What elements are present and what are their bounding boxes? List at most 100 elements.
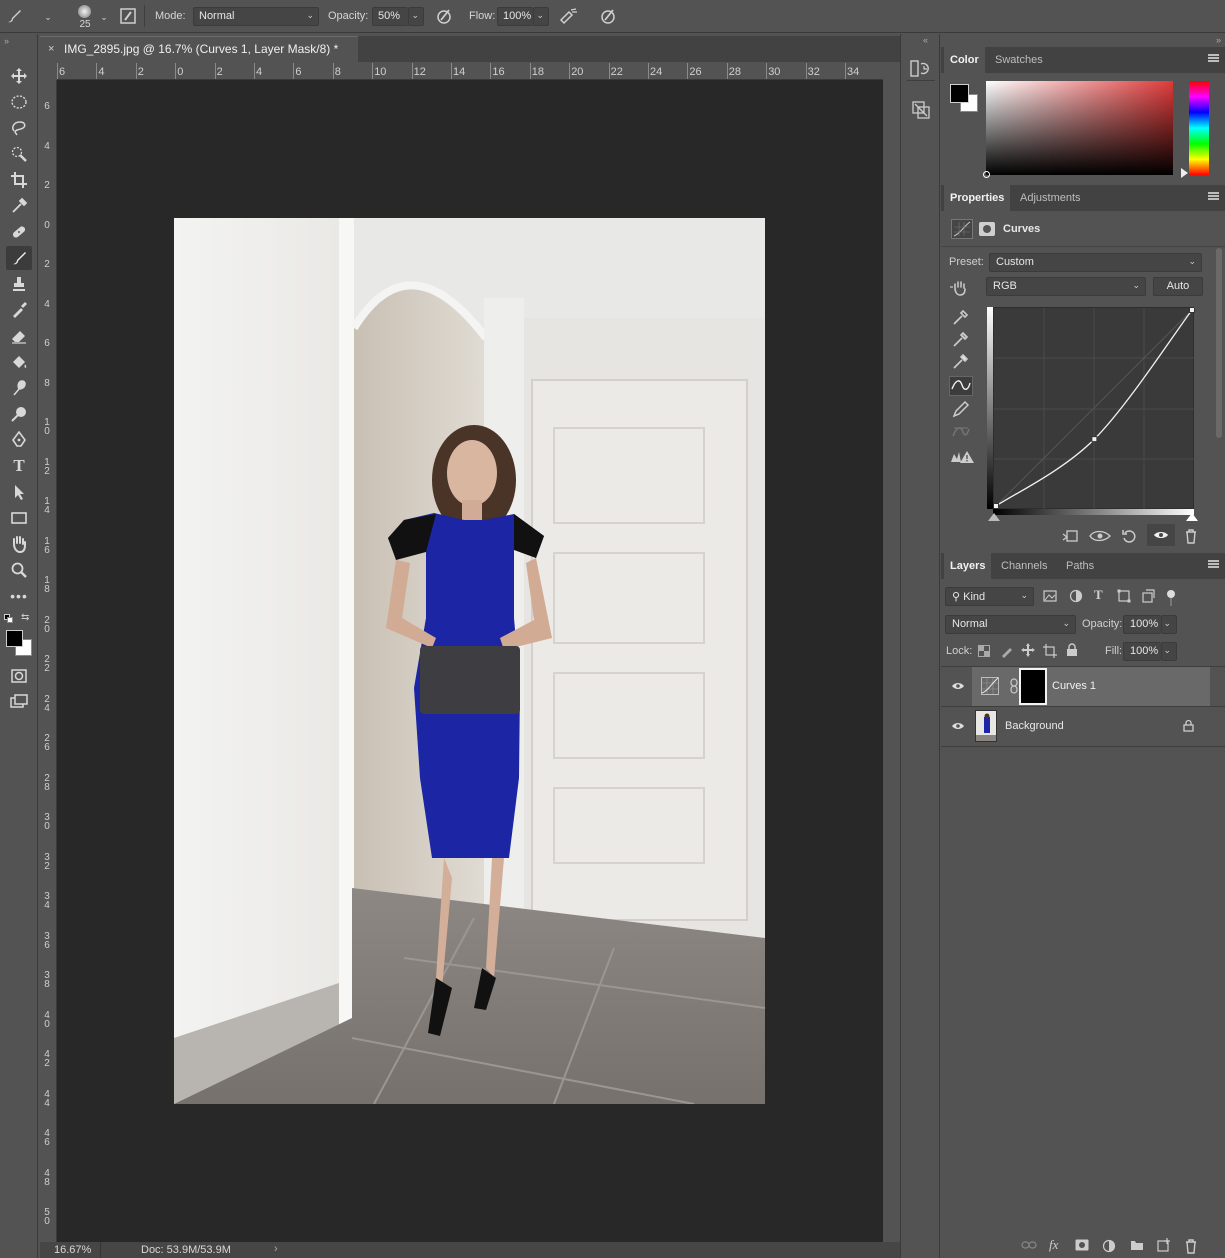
- panel-menu-icon[interactable]: [1208, 54, 1219, 62]
- brush-settings-panel-icon[interactable]: [909, 98, 933, 122]
- quick-selection-icon[interactable]: [6, 142, 32, 166]
- lock-artboard-icon[interactable]: [1043, 644, 1057, 661]
- hue-slider-handle[interactable]: [1181, 168, 1188, 178]
- zoom-tool-icon[interactable]: [6, 558, 32, 582]
- filter-smart-object-icon[interactable]: [1141, 589, 1155, 606]
- new-layer-icon[interactable]: [1157, 1238, 1171, 1255]
- blend-mode-select[interactable]: Normal ⌄: [945, 615, 1076, 634]
- panel-menu-icon[interactable]: [1208, 192, 1219, 200]
- zoom-level[interactable]: 16.67%: [54, 1244, 91, 1256]
- toggle-visibility-button[interactable]: [1147, 524, 1175, 546]
- color-field[interactable]: [983, 81, 1173, 178]
- layer-opacity-dropdown[interactable]: ⌄: [1161, 615, 1177, 634]
- collapse-icon[interactable]: »: [1216, 35, 1221, 45]
- brush-tool-icon[interactable]: [4, 7, 24, 27]
- history-panel-icon[interactable]: [909, 58, 933, 80]
- screen-mode-icon[interactable]: [6, 690, 32, 714]
- healing-brush-icon[interactable]: [6, 220, 32, 244]
- lock-transparent-pixels-icon[interactable]: [978, 645, 990, 660]
- layer-thumbnail[interactable]: [975, 710, 997, 742]
- auto-button[interactable]: Auto: [1153, 277, 1203, 296]
- brush-settings-icon[interactable]: [118, 7, 138, 27]
- close-icon[interactable]: ×: [48, 37, 54, 62]
- channel-select[interactable]: RGB ⌄: [986, 277, 1146, 296]
- delete-layer-icon[interactable]: [1184, 1238, 1198, 1257]
- tab-adjustments[interactable]: Adjustments: [1014, 185, 1087, 211]
- elliptical-marquee-icon[interactable]: [6, 90, 32, 114]
- brush-tool-icon[interactable]: [6, 246, 32, 270]
- layer-mask-icon[interactable]: [977, 219, 997, 239]
- new-adjustment-layer-icon[interactable]: [1102, 1239, 1116, 1256]
- white-point-eyedropper-icon[interactable]: [951, 352, 971, 370]
- hue-slider[interactable]: [1189, 81, 1209, 175]
- view-previous-state-icon[interactable]: [1089, 528, 1111, 547]
- more-tools-icon[interactable]: •••: [6, 584, 32, 608]
- target-adjustment-hand-icon[interactable]: [949, 279, 971, 297]
- smooth-curve-icon[interactable]: [951, 423, 971, 441]
- link-layers-icon[interactable]: [1021, 1239, 1037, 1254]
- reset-icon[interactable]: [1121, 528, 1137, 547]
- visibility-eye-icon[interactable]: [951, 680, 965, 692]
- gray-point-eyedropper-icon[interactable]: [951, 330, 971, 348]
- default-colors-icon[interactable]: [4, 614, 14, 624]
- curve-plot[interactable]: [993, 307, 1195, 510]
- tab-properties[interactable]: Properties: [944, 185, 1011, 211]
- layer-filter-select[interactable]: ⚲ Kind ⌄: [945, 587, 1034, 606]
- tab-paths[interactable]: Paths: [1060, 553, 1100, 579]
- history-brush-icon[interactable]: [6, 298, 32, 322]
- dodge-tool-icon[interactable]: [6, 402, 32, 426]
- filter-type-icon[interactable]: T: [1094, 587, 1103, 603]
- curve-control-point[interactable]: [1091, 436, 1098, 443]
- vertical-ruler[interactable]: 6420246810121416182022242628303234363840…: [40, 80, 57, 1242]
- filter-pixel-icon[interactable]: [1043, 589, 1057, 606]
- crop-tool-icon[interactable]: [6, 168, 32, 192]
- eraser-tool-icon[interactable]: [6, 324, 32, 348]
- clipping-warning-icon[interactable]: [949, 448, 975, 466]
- clip-to-layer-icon[interactable]: [1061, 528, 1079, 547]
- curve-control-point[interactable]: [993, 503, 999, 509]
- ruler-corner[interactable]: [40, 63, 57, 80]
- chevron-down-icon[interactable]: ⌄: [38, 7, 58, 27]
- fill-input[interactable]: 100%: [1123, 642, 1161, 661]
- filter-shape-icon[interactable]: [1117, 589, 1131, 606]
- collapse-icon[interactable]: «: [923, 35, 928, 45]
- paint-bucket-icon[interactable]: [6, 350, 32, 374]
- visibility-eye-icon[interactable]: [951, 720, 965, 732]
- document-tab[interactable]: × IMG_2895.jpg @ 16.7% (Curves 1, Layer …: [40, 36, 358, 62]
- layer-row-curves[interactable]: Curves 1: [941, 667, 1225, 706]
- horizontal-ruler[interactable]: 6 4 2 0 2 4 6 8 10 12 14 16 18 20 22 24 26 28 30 32 34: [57, 63, 883, 80]
- layer-mask-thumbnail[interactable]: [1019, 668, 1047, 705]
- foreground-color-swatch[interactable]: [6, 630, 23, 647]
- lasso-tool-icon[interactable]: [6, 116, 32, 140]
- tab-layers[interactable]: Layers: [944, 553, 992, 579]
- tab-swatches[interactable]: Swatches: [989, 47, 1049, 73]
- swap-colors-icon[interactable]: ⇆: [21, 612, 29, 623]
- hand-tool-icon[interactable]: [6, 532, 32, 556]
- lock-icon[interactable]: [1183, 719, 1194, 732]
- canvas-area[interactable]: [57, 80, 883, 1242]
- properties-scrollbar[interactable]: [1216, 248, 1222, 438]
- mask-link-icon[interactable]: [1009, 678, 1019, 694]
- filter-toggle-icon[interactable]: [1167, 590, 1175, 598]
- smudge-tool-icon[interactable]: [6, 376, 32, 400]
- flow-input[interactable]: 100%: [497, 7, 533, 26]
- layer-name[interactable]: Background: [1005, 720, 1064, 732]
- airbrush-icon[interactable]: [559, 7, 579, 27]
- rectangle-tool-icon[interactable]: [6, 506, 32, 530]
- document-image[interactable]: [174, 218, 765, 1104]
- pen-tool-icon[interactable]: [6, 428, 32, 452]
- collapse-icon[interactable]: »: [4, 36, 9, 46]
- add-mask-icon[interactable]: [1075, 1239, 1089, 1254]
- fill-dropdown[interactable]: ⌄: [1161, 642, 1177, 661]
- tab-channels[interactable]: Channels: [995, 553, 1053, 579]
- foreground-color-swatch[interactable]: [950, 84, 969, 103]
- layer-opacity-input[interactable]: 100%: [1123, 615, 1161, 634]
- white-input-slider[interactable]: [1186, 513, 1198, 521]
- mode-select[interactable]: Normal ⌄: [193, 7, 319, 26]
- opacity-dropdown[interactable]: ⌄: [408, 7, 424, 26]
- lock-image-pixels-icon[interactable]: [1000, 644, 1014, 661]
- panel-menu-icon[interactable]: [1208, 560, 1219, 568]
- black-input-slider[interactable]: [988, 513, 1000, 521]
- color-fg-bg-swatches[interactable]: [950, 84, 980, 114]
- black-point-eyedropper-icon[interactable]: [951, 308, 971, 326]
